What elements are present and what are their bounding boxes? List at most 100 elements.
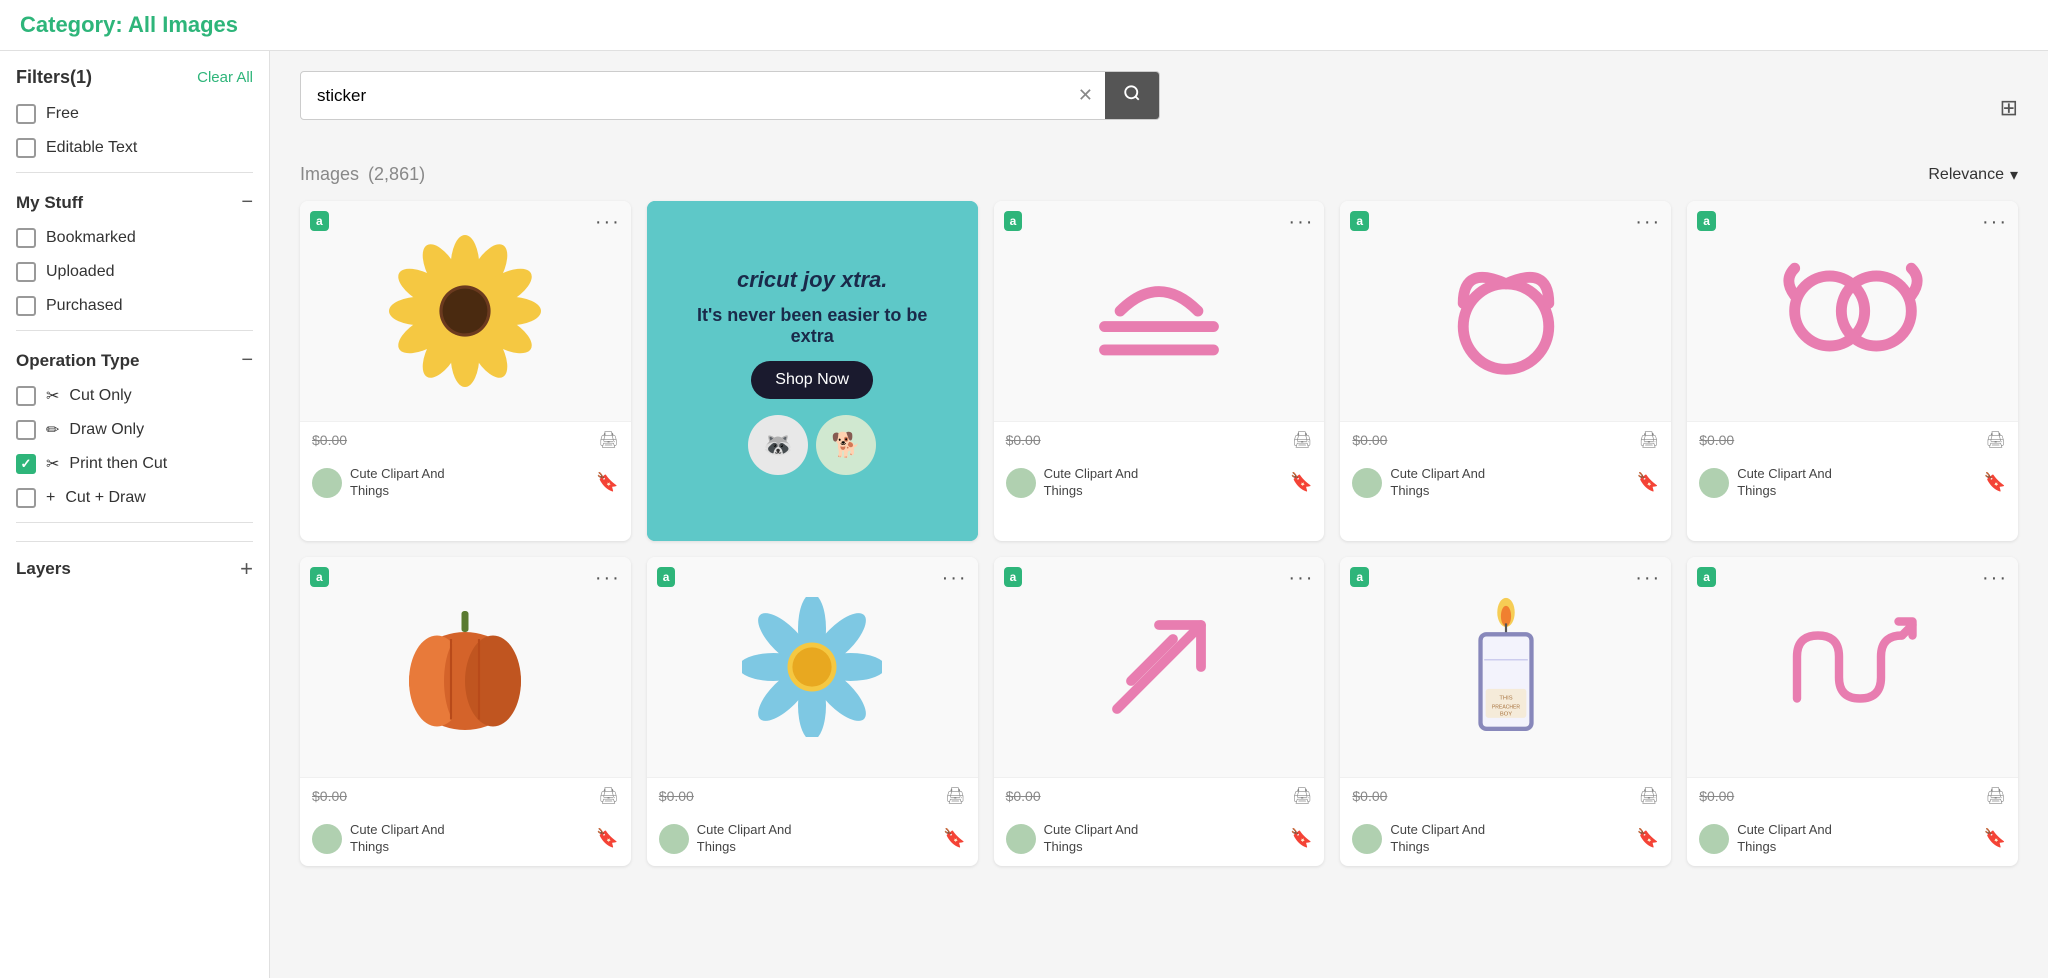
filter-free[interactable]: Free <box>16 104 253 124</box>
card-price-taurus: $0.00 <box>1352 432 1387 448</box>
card-more-pumpkin[interactable]: ··· <box>595 567 621 590</box>
card-badge-candle: a <box>1350 567 1369 587</box>
print-icon-pumpkin[interactable]: 🖨 <box>598 786 618 806</box>
editable-text-checkbox[interactable] <box>16 138 36 158</box>
print-then-cut-icon: ✂ <box>46 454 59 474</box>
card-more-cancer[interactable]: ··· <box>1982 211 2008 234</box>
image-card-sagittarius[interactable]: a ··· $0.00 🖨 Cute Clipart AndThings <box>994 557 1325 866</box>
card-price-daisy: $0.00 <box>659 788 694 804</box>
card-price-sunflower: $0.00 <box>312 432 347 448</box>
creator-name-pumpkin: Cute Clipart AndThings <box>350 822 445 856</box>
search-input[interactable] <box>301 74 1066 118</box>
uploaded-checkbox[interactable] <box>16 262 36 282</box>
print-icon-libra[interactable]: 🖨 <box>1292 430 1312 450</box>
bookmark-icon-libra[interactable]: 🔖 <box>1290 472 1312 493</box>
ad-tagline: It's never been easier to be extra <box>687 305 938 347</box>
card-more-sagittarius[interactable]: ··· <box>1288 567 1314 590</box>
card-top-candle: THIS PREACHER BOY a ··· <box>1340 557 1671 777</box>
bookmark-icon-sagittarius[interactable]: 🔖 <box>1290 828 1312 849</box>
purchased-checkbox[interactable] <box>16 296 36 316</box>
my-stuff-toggle[interactable]: − <box>241 191 253 214</box>
ad-circle-1: 🦝 <box>748 415 808 475</box>
card-bottom-scorpio: $0.00 🖨 <box>1687 777 2018 816</box>
card-more-daisy[interactable]: ··· <box>942 567 968 590</box>
filter-cut-only[interactable]: ✂ Cut Only <box>16 386 253 406</box>
bookmark-icon-taurus[interactable]: 🔖 <box>1637 472 1659 493</box>
bookmark-icon-scorpio[interactable]: 🔖 <box>1984 828 2006 849</box>
card-more-libra[interactable]: ··· <box>1288 211 1314 234</box>
bookmark-icon-pumpkin[interactable]: 🔖 <box>596 828 618 849</box>
main-content: Filters(1) Clear All Free Editable Text … <box>0 51 2048 978</box>
print-icon-sagittarius[interactable]: 🖨 <box>1292 786 1312 806</box>
image-card-cancer[interactable]: a ··· $0.00 🖨 Cute Clipart AndThings <box>1687 201 2018 541</box>
clear-all-button[interactable]: Clear All <box>197 69 253 86</box>
cut-draw-checkbox[interactable] <box>16 488 36 508</box>
filter-draw-only[interactable]: ✏ Draw Only <box>16 420 253 440</box>
cut-only-label: Cut Only <box>69 387 131 405</box>
image-card-scorpio[interactable]: a ··· $0.00 🖨 Cute Clipart AndThings <box>1687 557 2018 866</box>
creator-info-sunflower: Cute Clipart AndThings <box>312 466 445 500</box>
card-more-taurus[interactable]: ··· <box>1635 211 1661 234</box>
bookmark-icon-cancer[interactable]: 🔖 <box>1984 472 2006 493</box>
print-icon-daisy[interactable]: 🖨 <box>945 786 965 806</box>
filter-editable-text[interactable]: Editable Text <box>16 138 253 158</box>
bookmark-icon-candle[interactable]: 🔖 <box>1637 828 1659 849</box>
image-card-sunflower[interactable]: a ··· $0.00 🖨 Cute Clipart AndThings <box>300 201 631 541</box>
card-more-candle[interactable]: ··· <box>1635 567 1661 590</box>
print-icon-sunflower[interactable]: 🖨 <box>598 430 618 450</box>
card-more-sunflower[interactable]: ··· <box>595 211 621 234</box>
print-icon-taurus[interactable]: 🖨 <box>1639 430 1659 450</box>
operation-type-section: Operation Type − <box>16 349 253 372</box>
ad-shop-button[interactable]: Shop Now <box>751 361 873 399</box>
svg-text:PREACHER: PREACHER <box>1492 704 1521 710</box>
card-top-sagittarius: a ··· <box>994 557 1325 777</box>
sunflower-svg <box>385 231 545 391</box>
filter-uploaded[interactable]: Uploaded <box>16 262 253 282</box>
draw-only-checkbox[interactable] <box>16 420 36 440</box>
grid-view-toggle[interactable]: ⊞ <box>2000 95 2018 121</box>
print-icon-candle[interactable]: 🖨 <box>1639 786 1659 806</box>
image-card-candle[interactable]: THIS PREACHER BOY a ··· $0.00 🖨 <box>1340 557 1671 866</box>
creator-avatar-cancer <box>1699 468 1729 498</box>
card-bottom-libra: $0.00 🖨 <box>994 421 1325 460</box>
creator-avatar-daisy <box>659 824 689 854</box>
print-then-cut-checkbox[interactable] <box>16 454 36 474</box>
print-icon-cancer[interactable]: 🖨 <box>1986 430 2006 450</box>
card-image-sagittarius <box>994 557 1325 777</box>
image-card-taurus[interactable]: a ··· $0.00 🖨 Cute Clipart AndThings <box>1340 201 1671 541</box>
creator-info-scorpio: Cute Clipart AndThings <box>1699 822 1832 856</box>
free-checkbox[interactable] <box>16 104 36 124</box>
image-card-daisy[interactable]: a ··· $0.00 🖨 Cute Clipart AndThings <box>647 557 978 866</box>
print-icon-scorpio[interactable]: 🖨 <box>1986 786 2006 806</box>
divider-3 <box>16 522 253 523</box>
operation-type-toggle[interactable]: − <box>241 349 253 372</box>
card-top-sunflower: a ··· <box>300 201 631 421</box>
image-card-pumpkin[interactable]: a ··· $0.00 🖨 Cute Clipart AndThings <box>300 557 631 866</box>
search-button[interactable] <box>1105 72 1159 119</box>
image-card-ad[interactable]: cricut joy xtra. It's never been easier … <box>647 201 978 541</box>
card-top-taurus: a ··· <box>1340 201 1671 421</box>
card-badge-taurus: a <box>1350 211 1369 231</box>
cut-only-checkbox[interactable] <box>16 386 36 406</box>
bookmark-icon-sunflower[interactable]: 🔖 <box>596 472 618 493</box>
draw-only-label: Draw Only <box>69 421 144 439</box>
creator-info-candle: Cute Clipart AndThings <box>1352 822 1485 856</box>
layers-add-button[interactable]: + <box>240 556 253 582</box>
filter-cut-draw[interactable]: + Cut + Draw <box>16 488 253 508</box>
filter-bookmarked[interactable]: Bookmarked <box>16 228 253 248</box>
search-clear-button[interactable]: ✕ <box>1066 85 1105 106</box>
card-creator-taurus: Cute Clipart AndThings 🔖 <box>1340 460 1671 510</box>
image-card-libra[interactable]: a ··· $0.00 🖨 Cute Clipart AndThings <box>994 201 1325 541</box>
creator-info-taurus: Cute Clipart AndThings <box>1352 466 1485 500</box>
filter-print-then-cut[interactable]: ✂ Print then Cut <box>16 454 253 474</box>
bookmark-icon-daisy[interactable]: 🔖 <box>943 828 965 849</box>
card-creator-sagittarius: Cute Clipart AndThings 🔖 <box>994 816 1325 866</box>
bookmarked-checkbox[interactable] <box>16 228 36 248</box>
card-top-pumpkin: a ··· <box>300 557 631 777</box>
card-image-sunflower <box>300 201 631 421</box>
relevance-select[interactable]: Relevance ▾ <box>1928 165 2018 185</box>
card-badge-scorpio: a <box>1697 567 1716 587</box>
filter-purchased[interactable]: Purchased <box>16 296 253 316</box>
divider-2 <box>16 330 253 331</box>
card-more-scorpio[interactable]: ··· <box>1982 567 2008 590</box>
